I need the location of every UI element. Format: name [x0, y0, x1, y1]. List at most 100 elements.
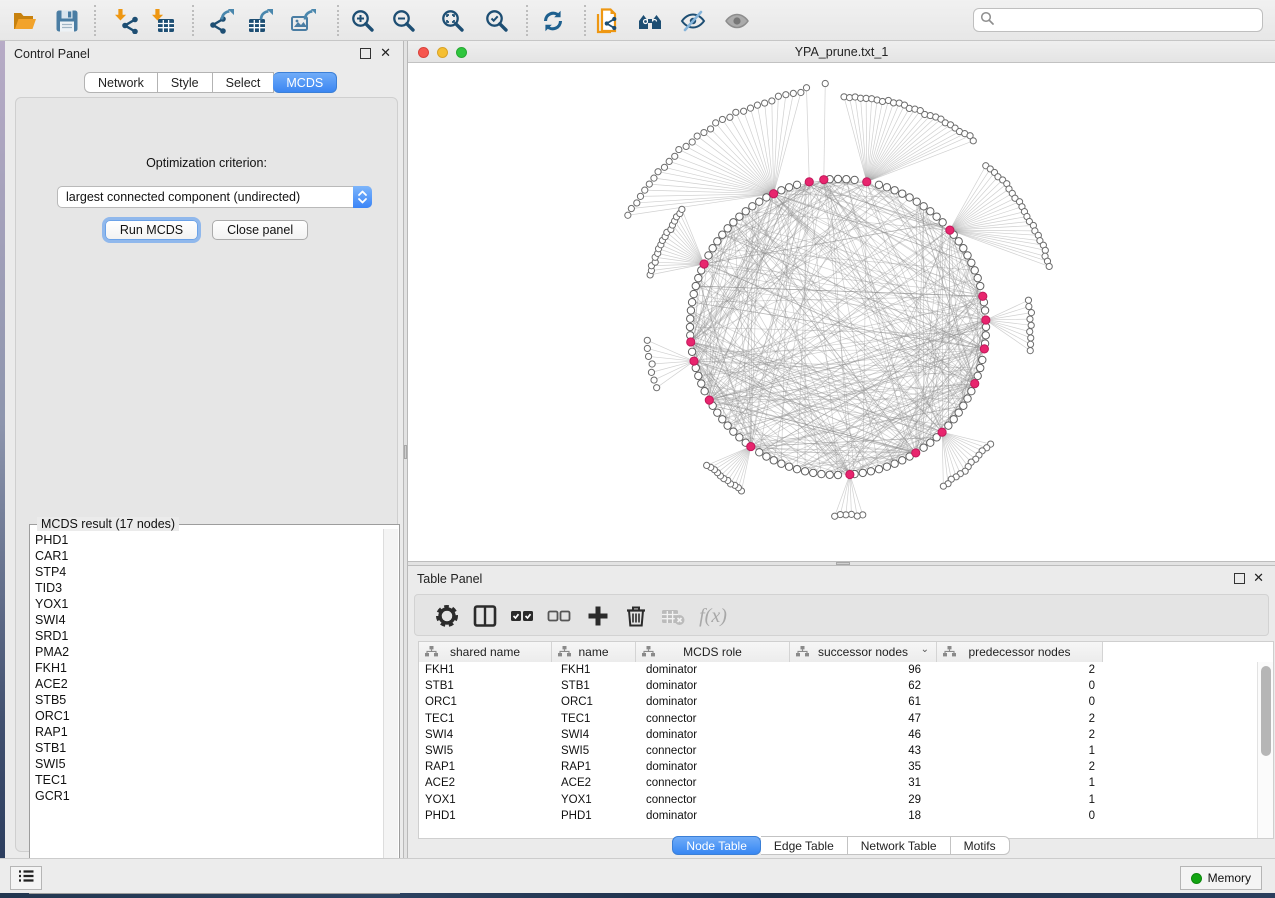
graph-node[interactable] — [798, 89, 804, 95]
graph-node[interactable] — [950, 416, 957, 423]
scrollbar-thumb[interactable] — [1261, 666, 1271, 756]
mcds-result-node[interactable]: YOX1 — [35, 596, 382, 612]
graph-node[interactable] — [968, 259, 975, 266]
graph-node[interactable] — [672, 153, 678, 159]
split-columns-icon[interactable] — [470, 602, 500, 630]
cell-predecessor-nodes[interactable]: 1 — [937, 794, 1103, 806]
graph-node[interactable] — [701, 388, 708, 395]
mcds-result-node[interactable]: ORC1 — [35, 708, 382, 724]
memory-button[interactable]: Memory — [1180, 866, 1262, 890]
mcds-result-node[interactable]: CAR1 — [35, 548, 382, 564]
graph-node[interactable] — [646, 181, 652, 187]
graph-node[interactable] — [822, 80, 828, 86]
graph-node[interactable] — [920, 203, 927, 210]
cell-shared-name[interactable]: ORC1 — [419, 696, 552, 708]
cell-name[interactable]: YOX1 — [552, 794, 636, 806]
float-window-icon[interactable] — [360, 48, 371, 59]
sort-chevron-icon[interactable]: ⌄ — [921, 644, 929, 655]
graph-node[interactable] — [719, 116, 725, 122]
graph-node[interactable] — [1026, 303, 1032, 309]
graph-node[interactable] — [704, 462, 710, 468]
graph-node[interactable] — [724, 225, 731, 232]
show-eye-icon[interactable] — [722, 7, 752, 35]
cell-MCDS-role[interactable]: dominator — [636, 696, 790, 708]
mcds-result-node[interactable]: TEC1 — [35, 772, 382, 788]
graph-node[interactable] — [867, 468, 874, 475]
cell-predecessor-nodes[interactable]: 0 — [937, 680, 1103, 692]
mcds-result-node[interactable]: STB1 — [35, 740, 382, 756]
graph-node[interactable] — [820, 176, 828, 184]
graph-node[interactable] — [713, 120, 719, 126]
graph-node[interactable] — [709, 245, 716, 252]
cell-MCDS-role[interactable]: connector — [636, 713, 790, 725]
save-session-icon[interactable] — [52, 7, 82, 35]
graph-node[interactable] — [964, 395, 971, 402]
cell-successor-nodes[interactable]: 61 — [790, 696, 937, 708]
graph-node[interactable] — [851, 176, 858, 183]
table-row[interactable]: ORC1ORC1dominator610 — [419, 694, 1258, 710]
graph-node[interactable] — [778, 187, 785, 194]
export-image-icon[interactable] — [288, 7, 318, 35]
graph-node[interactable] — [1042, 247, 1048, 253]
graph-node[interactable] — [747, 105, 753, 111]
cell-predecessor-nodes[interactable]: 2 — [937, 664, 1103, 676]
cell-shared-name[interactable]: FKH1 — [419, 664, 552, 676]
mcds-result-node[interactable]: SRD1 — [35, 628, 382, 644]
graph-node[interactable] — [1028, 310, 1034, 316]
graph-node[interactable] — [785, 184, 792, 191]
search-field[interactable] — [973, 8, 1263, 32]
cell-name[interactable]: STB1 — [552, 680, 636, 692]
graph-node[interactable] — [790, 90, 796, 96]
graph-node[interactable] — [913, 198, 920, 205]
table-row[interactable]: SWI4SWI4dominator462 — [419, 727, 1258, 743]
cell-successor-nodes[interactable]: 31 — [790, 777, 937, 789]
cell-name[interactable]: SWI5 — [552, 745, 636, 757]
cell-predecessor-nodes[interactable]: 0 — [937, 810, 1103, 822]
tab-edge-table[interactable]: Edge Table — [761, 836, 848, 855]
cell-name[interactable]: PHD1 — [552, 810, 636, 822]
column-header-predecessor-nodes[interactable]: predecessor nodes — [937, 642, 1103, 662]
cell-MCDS-role[interactable]: dominator — [636, 761, 790, 773]
cell-MCDS-role[interactable]: connector — [636, 794, 790, 806]
table-row[interactable]: YOX1YOX1connector291 — [419, 792, 1258, 808]
graph-node[interactable] — [727, 114, 733, 120]
graph-node[interactable] — [940, 483, 946, 489]
mcds-result-node[interactable]: PHD1 — [35, 532, 382, 548]
graph-node[interactable] — [686, 323, 693, 330]
close-panel-icon[interactable]: ✕ — [1253, 571, 1264, 585]
graph-node[interactable] — [801, 468, 808, 475]
graph-node[interactable] — [628, 205, 634, 211]
graph-node[interactable] — [655, 169, 661, 175]
graph-node[interactable] — [762, 100, 768, 106]
graph-node[interactable] — [912, 449, 920, 457]
splitter-handle[interactable] — [836, 562, 850, 565]
cell-shared-name[interactable]: STB1 — [419, 680, 552, 692]
graph-node[interactable] — [707, 126, 713, 132]
cell-MCDS-role[interactable]: dominator — [636, 680, 790, 692]
tab-node-table[interactable]: Node Table — [672, 836, 761, 855]
graph-node[interactable] — [879, 98, 885, 104]
graph-node[interactable] — [666, 158, 672, 164]
table-row[interactable]: SWI5SWI5connector431 — [419, 743, 1258, 759]
graph-node[interactable] — [970, 138, 976, 144]
mcds-result-node[interactable]: SWI4 — [35, 612, 382, 628]
cell-successor-nodes[interactable]: 29 — [790, 794, 937, 806]
graph-node[interactable] — [736, 213, 743, 220]
graph-node[interactable] — [733, 109, 739, 115]
graph-node[interactable] — [690, 357, 698, 365]
graph-node[interactable] — [679, 206, 685, 212]
table-row[interactable]: ACE2ACE2connector311 — [419, 775, 1258, 791]
run-mcds-button[interactable]: Run MCDS — [105, 220, 198, 240]
graph-node[interactable] — [705, 252, 712, 259]
cell-name[interactable]: FKH1 — [552, 664, 636, 676]
graph-node[interactable] — [648, 369, 654, 375]
graph-node[interactable] — [1027, 329, 1033, 335]
graph-node[interactable] — [843, 176, 850, 183]
criterion-dropdown[interactable]: largest connected component (undirected) — [57, 186, 372, 208]
cell-name[interactable]: TEC1 — [552, 713, 636, 725]
graph-node[interactable] — [810, 469, 817, 476]
mcds-result-node[interactable]: ACE2 — [35, 676, 382, 692]
graph-node[interactable] — [981, 307, 988, 314]
graph-node[interactable] — [769, 98, 775, 104]
graph-node[interactable] — [854, 513, 860, 519]
